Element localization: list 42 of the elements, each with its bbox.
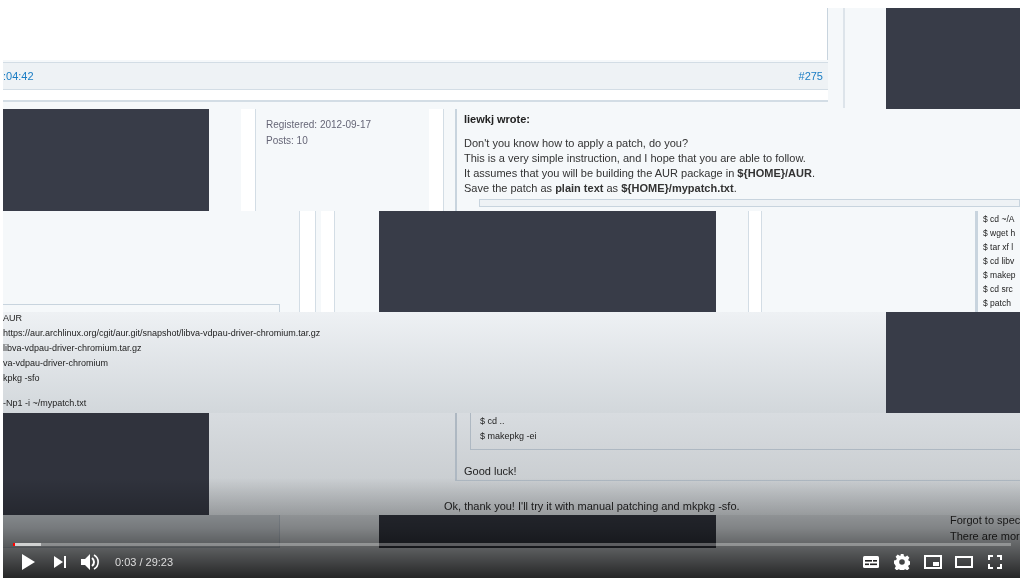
quote-text: Save the patch as plain text as ${HOME}/mypatch.txt. [464,180,738,195]
quote-text: Don't you know how to apply a patch, do you? [464,135,690,150]
post-text: There are mor [950,529,1020,544]
code-line: libva-vdpau-driver-chromium.tar.gz [3,342,143,355]
fullscreen-icon [988,555,1002,569]
subtitles-icon [863,556,879,568]
code-line: https://aur.archlinux.org/cgit/aur.git/snapshot/libva-vdpau-driver-chromium.tar.gz [3,327,321,340]
play-icon [21,554,35,570]
buffered-bar [13,543,41,546]
code-line: $ cd src [983,283,1014,296]
settings-button[interactable] [892,552,912,572]
miniplayer-icon [924,555,942,569]
reply-text: Ok, thank you! I'll try it with manual patching and mkpkg -sfo. [444,499,740,514]
code-line: kpkg -sfo [3,372,41,385]
code-line: $ cd ~/A [983,213,1016,226]
code-line: AUR [3,312,23,325]
volume-icon [81,554,99,570]
quote-closing-text: Good luck! [464,464,517,479]
settings-icon [894,554,910,570]
fullscreen-button[interactable] [985,552,1005,572]
code-line: va-vdpau-driver-chromium [3,357,110,370]
code-line: $ makepkg -ei [480,430,537,442]
code-line: $ cd libv [983,255,1016,268]
code-line: $ patch [983,297,1012,310]
code-line: $ makep [983,269,1016,282]
post-text: Forgot to spec [950,513,1020,528]
quote-text: It assumes that you will be building the AUR package in ${HOME}/AUR. [464,165,816,180]
quote-author: liewkj wrote: [464,112,532,127]
code-line: -Np1 -i ~/mypatch.txt [3,397,88,409]
user-info-text: Posts: 10 [266,134,309,148]
post-time-link[interactable]: :04:42 [3,67,34,85]
next-icon [54,556,66,568]
progress-track[interactable] [13,543,1011,546]
code-line: $ cd .. [480,415,506,427]
miniplayer-button[interactable] [923,552,943,572]
quote-text: This is a very simple instruction, and I hope that you are able to follow. [464,150,807,165]
post-number-link[interactable]: #275 [798,67,823,85]
theater-icon [955,556,973,568]
time-display: 0:03 / 29:23 [115,554,174,570]
code-line: $ tar xf l [983,241,1015,254]
code-line: $ wget h [983,227,1016,240]
user-info-text: Registered: 2012-09-17 [266,118,372,132]
